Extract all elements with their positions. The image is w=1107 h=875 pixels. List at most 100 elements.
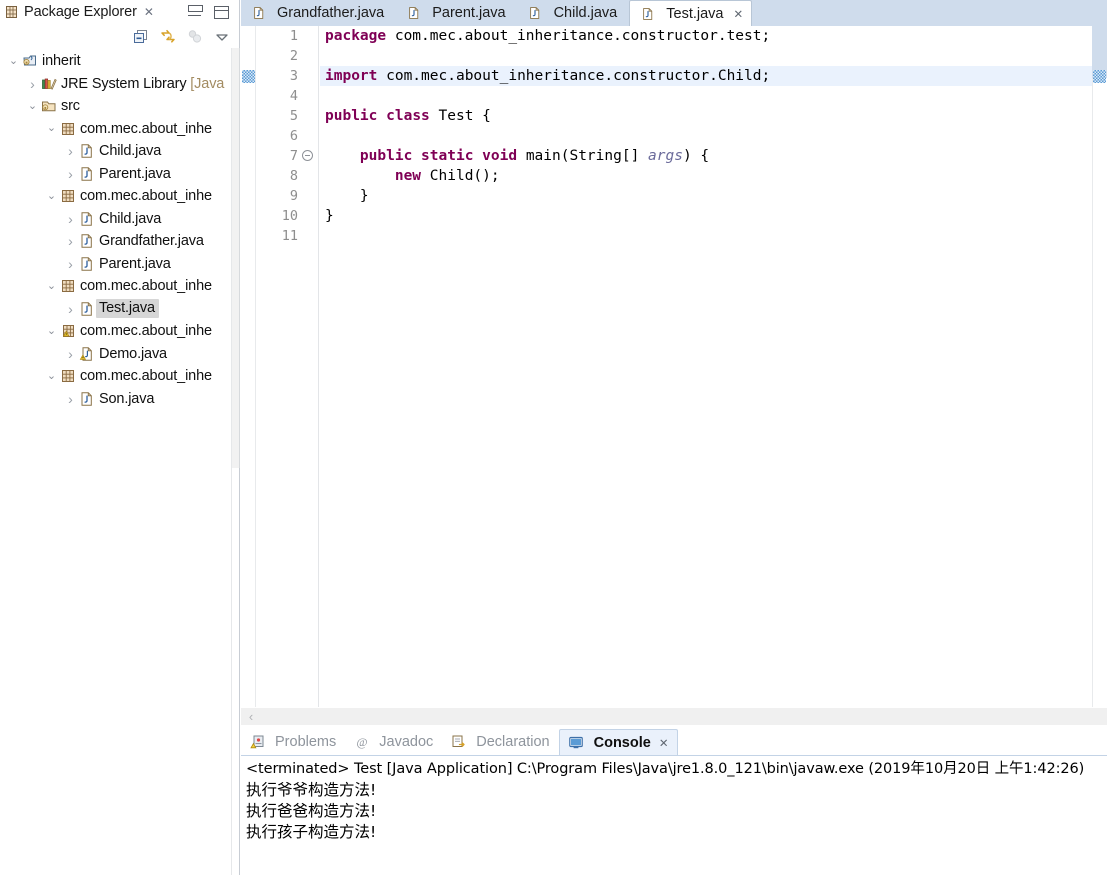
tree-item[interactable]: ⌄ com.mec.about_inhe — [0, 320, 232, 343]
explorer-scrollbar-thumb[interactable] — [232, 48, 240, 468]
line-number: 3 — [289, 68, 298, 84]
chevron-right-icon[interactable]: › — [63, 234, 78, 248]
code-line[interactable]: public class Test { — [320, 106, 1107, 126]
explorer-vertical-scrollbar[interactable] — [231, 48, 240, 875]
tree-item[interactable]: ⌄ com.mec.about_inhe — [0, 118, 232, 141]
tree-item[interactable]: › Son.java — [0, 388, 232, 411]
tree-item[interactable]: ⌄ src — [0, 95, 232, 118]
line-number: 10 — [281, 208, 298, 224]
minimize-icon[interactable] — [188, 5, 203, 16]
tree-item[interactable]: › Child.java — [0, 140, 232, 163]
code-line[interactable]: } — [320, 186, 1107, 206]
tree-item[interactable]: ⌄ inherit — [0, 50, 232, 73]
close-icon[interactable]: ✕ — [659, 736, 669, 750]
package-explorer-title: Package Explorer — [24, 4, 137, 20]
chevron-down-icon[interactable]: ⌄ — [6, 55, 21, 67]
code-line[interactable]: new Child(); — [320, 166, 1107, 186]
code-line[interactable]: package com.mec.about_inheritance.constr… — [320, 26, 1107, 46]
package-explorer-tree[interactable]: ⌄ inherit › JRE System Library [Java ⌄ src ⌄ co… — [0, 48, 232, 875]
fold-collapse-icon[interactable] — [302, 150, 313, 161]
java-file-icon — [78, 166, 95, 182]
tree-item-label: Son.java — [99, 390, 155, 407]
focus-on-active-task-icon[interactable] — [187, 29, 203, 45]
source-code-text[interactable]: package com.mec.about_inheritance.constr… — [320, 26, 1107, 707]
tree-item-label: Demo.java — [99, 345, 167, 362]
bottom-tab[interactable]: Problems — [241, 729, 345, 755]
scroll-left-icon[interactable]: ‹ — [241, 708, 261, 726]
code-line[interactable]: import com.mec.about_inheritance.constru… — [320, 66, 1107, 86]
java-file-icon — [78, 256, 95, 272]
tree-item[interactable]: › Child.java — [0, 208, 232, 231]
editor-area: Grandfather.java Parent.java Child.java Tes… — [241, 0, 1107, 725]
tree-item[interactable]: › Grandfather.java — [0, 230, 232, 253]
code-text: main(String[] — [517, 148, 649, 164]
close-icon[interactable]: ✕ — [733, 7, 743, 21]
close-icon[interactable]: ✕ — [144, 6, 154, 18]
line-number: 1 — [289, 28, 298, 44]
bottom-tab[interactable]: Declaration — [442, 729, 558, 755]
editor-tab-bar[interactable]: Grandfather.java Parent.java Child.java Tes… — [241, 0, 1107, 26]
bottom-tab-label: Problems — [275, 734, 337, 750]
chevron-right-icon[interactable]: › — [25, 77, 40, 91]
chevron-right-icon[interactable]: › — [63, 144, 78, 158]
editor-tab[interactable]: Grandfather.java — [241, 0, 397, 26]
fold-slot — [301, 166, 318, 186]
tree-item[interactable]: › Parent.java — [0, 163, 232, 186]
console-icon — [568, 735, 585, 751]
bottom-tab[interactable]: @ Javadoc — [345, 729, 442, 755]
annotation-ruler[interactable] — [241, 26, 256, 707]
code-line[interactable]: } — [320, 206, 1107, 226]
editor-tab[interactable]: Parent.java — [396, 0, 518, 26]
line-number: 8 — [289, 168, 298, 184]
chevron-right-icon[interactable]: › — [63, 347, 78, 361]
tree-item[interactable]: › JRE System Library [Java — [0, 73, 232, 96]
editor-horizontal-scrollbar[interactable]: ‹ — [241, 707, 1107, 725]
folding-ruler[interactable] — [301, 26, 319, 707]
code-editor[interactable]: 1 2 3 4 5 6 7 8 9 10 11 package com.mec.about_inhe… — [241, 26, 1107, 725]
tree-item[interactable]: ⌄ com.mec.about_inhe — [0, 275, 232, 298]
chevron-down-icon[interactable]: ⌄ — [25, 100, 40, 112]
maximize-icon[interactable] — [214, 6, 229, 19]
bottom-tab-label: Console — [593, 734, 651, 751]
console-output[interactable]: <terminated> Test [Java Application] C:\… — [241, 755, 1107, 875]
link-with-editor-icon[interactable] — [160, 29, 176, 45]
editor-tab[interactable]: Child.java — [517, 0, 630, 26]
chevron-right-icon[interactable]: › — [63, 392, 78, 406]
chevron-down-icon[interactable]: ⌄ — [44, 123, 59, 134]
view-menu-icon[interactable] — [214, 29, 230, 45]
bottom-tab[interactable]: Console ✕ — [558, 729, 679, 755]
code-line[interactable] — [320, 86, 1107, 106]
package-explorer-tab[interactable]: Package Explorer ✕ — [0, 0, 160, 25]
chevron-right-icon[interactable]: › — [63, 302, 78, 316]
fold-slot — [301, 186, 318, 206]
tree-item[interactable]: › Demo.java — [0, 343, 232, 366]
view-window-buttons — [188, 0, 235, 25]
code-line[interactable] — [320, 226, 1107, 246]
chevron-right-icon[interactable]: › — [63, 167, 78, 181]
tree-item[interactable]: ⌄ com.mec.about_inhe — [0, 185, 232, 208]
tree-item-label: com.mec.about_inhe — [80, 120, 212, 137]
chevron-down-icon[interactable]: ⌄ — [44, 325, 59, 337]
bottom-panel: Problems @ Javadoc Declaration Console ✕ <ter… — [241, 726, 1107, 875]
tree-item[interactable]: › Parent.java — [0, 253, 232, 276]
package-explorer-titlebar: Package Explorer ✕ — [0, 0, 239, 25]
chevron-right-icon[interactable]: › — [63, 212, 78, 226]
code-line[interactable] — [320, 46, 1107, 66]
code-line[interactable]: public static void main(String[] args) { — [320, 146, 1107, 166]
bottom-tab-bar[interactable]: Problems @ Javadoc Declaration Console ✕ — [241, 729, 1107, 755]
editor-tab[interactable]: Test.java ✕ — [629, 0, 753, 26]
code-parameter: args — [648, 148, 683, 164]
chevron-down-icon[interactable]: ⌄ — [44, 280, 59, 292]
tree-item[interactable]: ⌄ com.mec.about_inhe — [0, 365, 232, 388]
chevron-down-icon[interactable]: ⌄ — [44, 370, 59, 382]
fold-slot — [301, 126, 318, 146]
code-line[interactable] — [320, 126, 1107, 146]
collapse-all-icon[interactable] — [133, 29, 149, 45]
overview-ruler[interactable] — [1092, 26, 1107, 707]
java-project-icon — [21, 53, 38, 69]
chevron-down-icon[interactable]: ⌄ — [44, 190, 59, 202]
chevron-right-icon[interactable]: › — [63, 257, 78, 271]
tree-item[interactable]: › Test.java — [0, 298, 232, 321]
code-text: com.mec.about_inheritance.constructor.Ch… — [377, 68, 771, 84]
